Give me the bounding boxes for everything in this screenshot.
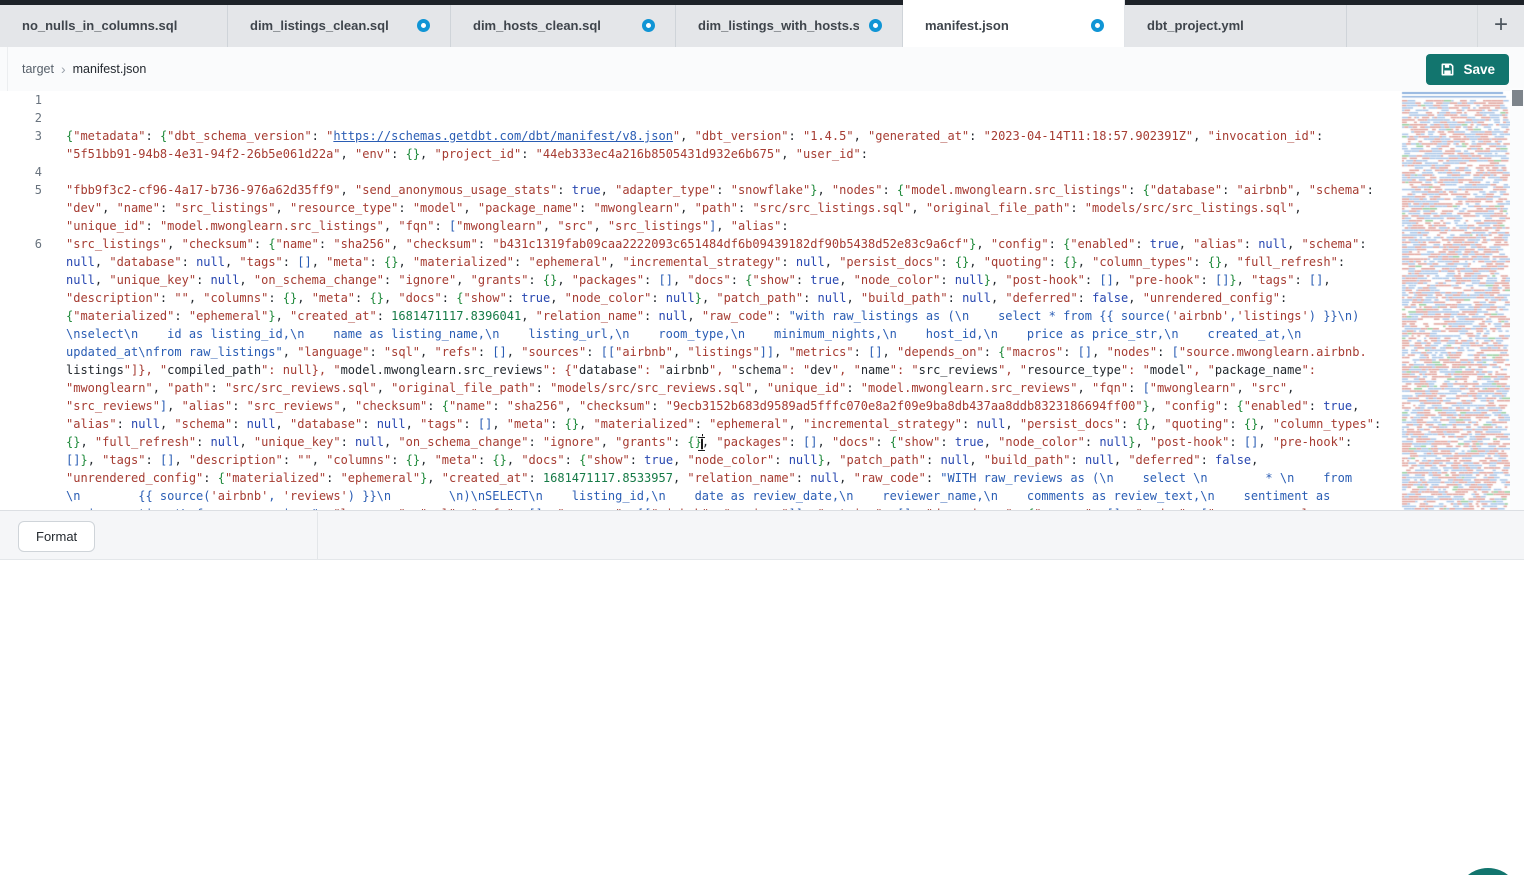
tab-dim-listings-with-hosts[interactable]: dim_listings_with_hosts.sql — [676, 0, 903, 47]
code-row[interactable]: "src_reviews"], "alias": "src_reviews", … — [0, 397, 1400, 415]
chevron-right-icon: › — [61, 61, 66, 77]
results-panel — [0, 559, 1524, 875]
code-row[interactable]: null, "database": null, "tags": [], "met… — [0, 253, 1400, 271]
tab-bar-filler — [1347, 0, 1478, 47]
tab-manifest-json[interactable]: manifest.json — [903, 0, 1125, 47]
code-text[interactable]: {}, "full_refresh": null, "unique_key": … — [66, 433, 1400, 451]
code-row[interactable]: \n {{ source('airbnb', 'reviews') }}\n \… — [0, 487, 1400, 505]
tab-dbt-project-yml[interactable]: dbt_project.yml — [1125, 0, 1347, 47]
code-text[interactable]: "unique_id": "model.mwonglearn.src_listi… — [66, 217, 1400, 235]
tab-bar: no_nulls_in_columns.sql dim_listings_cle… — [0, 0, 1524, 47]
scrollbar-thumb[interactable] — [1512, 90, 1523, 106]
code-row[interactable]: "dev", "name": "src_listings", "resource… — [0, 199, 1400, 217]
code-row[interactable]: 2 — [0, 109, 1400, 127]
breadcrumb-folder: target — [22, 62, 54, 76]
code-text[interactable]: "mwonglearn", "path": "src/src_reviews.s… — [66, 379, 1400, 397]
floppy-disk-icon — [1440, 62, 1455, 77]
code-row[interactable]: updated_at\nfrom raw_listings", "languag… — [0, 343, 1400, 361]
save-button-label: Save — [1463, 62, 1495, 77]
code-text[interactable]: "src_reviews"], "alias": "src_reviews", … — [66, 397, 1400, 415]
breadcrumb: target › manifest.json — [22, 47, 146, 91]
unsaved-changes-icon[interactable] — [869, 19, 882, 32]
vertical-scrollbar[interactable] — [1510, 88, 1524, 510]
plus-icon: + — [1494, 11, 1508, 39]
code-text[interactable]: {"metadata": {"dbt_schema_version": "htt… — [66, 127, 1400, 145]
code-text[interactable]: null, "database": null, "tags": [], "met… — [66, 253, 1400, 271]
file-header-bar: target › manifest.json Save — [0, 47, 1524, 92]
line-number: 1 — [0, 91, 42, 109]
tab-label: dbt_project.yml — [1147, 18, 1244, 33]
code-text[interactable]: []}, "tags": [], "description": "", "col… — [66, 451, 1400, 469]
code-row[interactable]: "unrendered_config": {"materialized": "e… — [0, 469, 1400, 487]
tab-label: manifest.json — [925, 18, 1009, 33]
code-text[interactable]: \nselect\n id as listing_id,\n name as l… — [66, 325, 1400, 343]
code-row[interactable]: "alias": null, "schema": null, "database… — [0, 415, 1400, 433]
code-row[interactable]: listings"]}, "compiled_path": null}, "mo… — [0, 361, 1400, 379]
unsaved-changes-icon[interactable] — [1091, 19, 1104, 32]
tab-label: dim_hosts_clean.sql — [473, 18, 601, 33]
code-row[interactable]: null, "unique_key": null, "on_schema_cha… — [0, 271, 1400, 289]
tab-label: no_nulls_in_columns.sql — [22, 18, 177, 33]
code-text[interactable]: listings"]}, "compiled_path": null}, "mo… — [66, 361, 1400, 379]
code-text[interactable]: updated_at\nfrom raw_listings", "languag… — [66, 343, 1400, 361]
code-text[interactable]: \n {{ source('airbnb', 'reviews') }}\n \… — [66, 487, 1400, 505]
tab-dim-hosts-clean[interactable]: dim_hosts_clean.sql — [451, 0, 676, 47]
pane-divider — [317, 512, 318, 559]
line-number: 4 — [0, 163, 42, 181]
code-text[interactable]: "description": "", "columns": {}, "meta"… — [66, 289, 1400, 307]
tab-dim-listings-clean[interactable]: dim_listings_clean.sql — [228, 0, 451, 47]
code-text[interactable]: {"materialized": "ephemeral"}, "created_… — [66, 307, 1400, 325]
code-row[interactable]: 4 — [0, 163, 1400, 181]
code-row[interactable]: "5f51bb91-94b8-4e31-94f2-26b5e061d22a", … — [0, 145, 1400, 163]
code-row[interactable]: {"materialized": "ephemeral"}, "created_… — [0, 307, 1400, 325]
code-editor[interactable]: 123 {"metadata": {"dbt_schema_version": "… — [0, 91, 1400, 510]
line-number: 2 — [0, 109, 42, 127]
code-text[interactable]: null, "unique_key": null, "on_schema_cha… — [66, 271, 1400, 289]
new-tab-button[interactable]: + — [1478, 0, 1524, 47]
minimap[interactable] — [1400, 91, 1510, 510]
code-text[interactable]: "alias": null, "schema": null, "database… — [66, 415, 1400, 433]
code-text[interactable]: "5f51bb91-94b8-4e31-94f2-26b5e061d22a", … — [66, 145, 1400, 163]
line-number: 5 — [0, 181, 42, 199]
code-text[interactable]: "fbb9f3c2-cf96-4a17-b736-976a62d35ff9", … — [66, 181, 1400, 199]
editor-action-bar: Format — [0, 510, 1524, 559]
code-text[interactable]: "src_listings", "checksum": {"name": "sh… — [66, 235, 1400, 253]
line-number: 6 — [0, 235, 42, 253]
code-text[interactable]: "dev", "name": "src_listings", "resource… — [66, 199, 1400, 217]
code-row[interactable]: []}, "tags": [], "description": "", "col… — [0, 451, 1400, 469]
window-top-strip — [0, 0, 1524, 5]
code-row[interactable]: 5 "fbb9f3c2-cf96-4a17-b736-976a62d35ff9",… — [0, 181, 1400, 199]
code-row[interactable]: "description": "", "columns": {}, "meta"… — [0, 289, 1400, 307]
code-row[interactable]: "unique_id": "model.mwonglearn.src_listi… — [0, 217, 1400, 235]
mouse-ibeam-cursor — [701, 438, 703, 450]
code-row[interactable]: \nselect\n id as listing_id,\n name as l… — [0, 325, 1400, 343]
code-row[interactable]: "mwonglearn", "path": "src/src_reviews.s… — [0, 379, 1400, 397]
tab-label: dim_listings_clean.sql — [250, 18, 389, 33]
code-row[interactable]: 6 "src_listings", "checksum": {"name": "s… — [0, 235, 1400, 253]
code-row[interactable]: 3 {"metadata": {"dbt_schema_version": "ht… — [0, 127, 1400, 145]
line-number: 3 — [0, 127, 42, 145]
ide-window: no_nulls_in_columns.sql dim_listings_cle… — [0, 0, 1524, 875]
tab-label: dim_listings_with_hosts.sql — [698, 18, 859, 33]
tab-no-nulls-in-columns[interactable]: no_nulls_in_columns.sql — [0, 0, 228, 47]
save-button[interactable]: Save — [1426, 54, 1509, 85]
code-row[interactable]: 1 — [0, 91, 1400, 109]
format-button[interactable]: Format — [18, 521, 95, 552]
code-text[interactable]: "unrendered_config": {"materialized": "e… — [66, 469, 1400, 487]
unsaved-changes-icon[interactable] — [642, 19, 655, 32]
unsaved-changes-icon[interactable] — [417, 19, 430, 32]
breadcrumb-file: manifest.json — [73, 62, 147, 76]
